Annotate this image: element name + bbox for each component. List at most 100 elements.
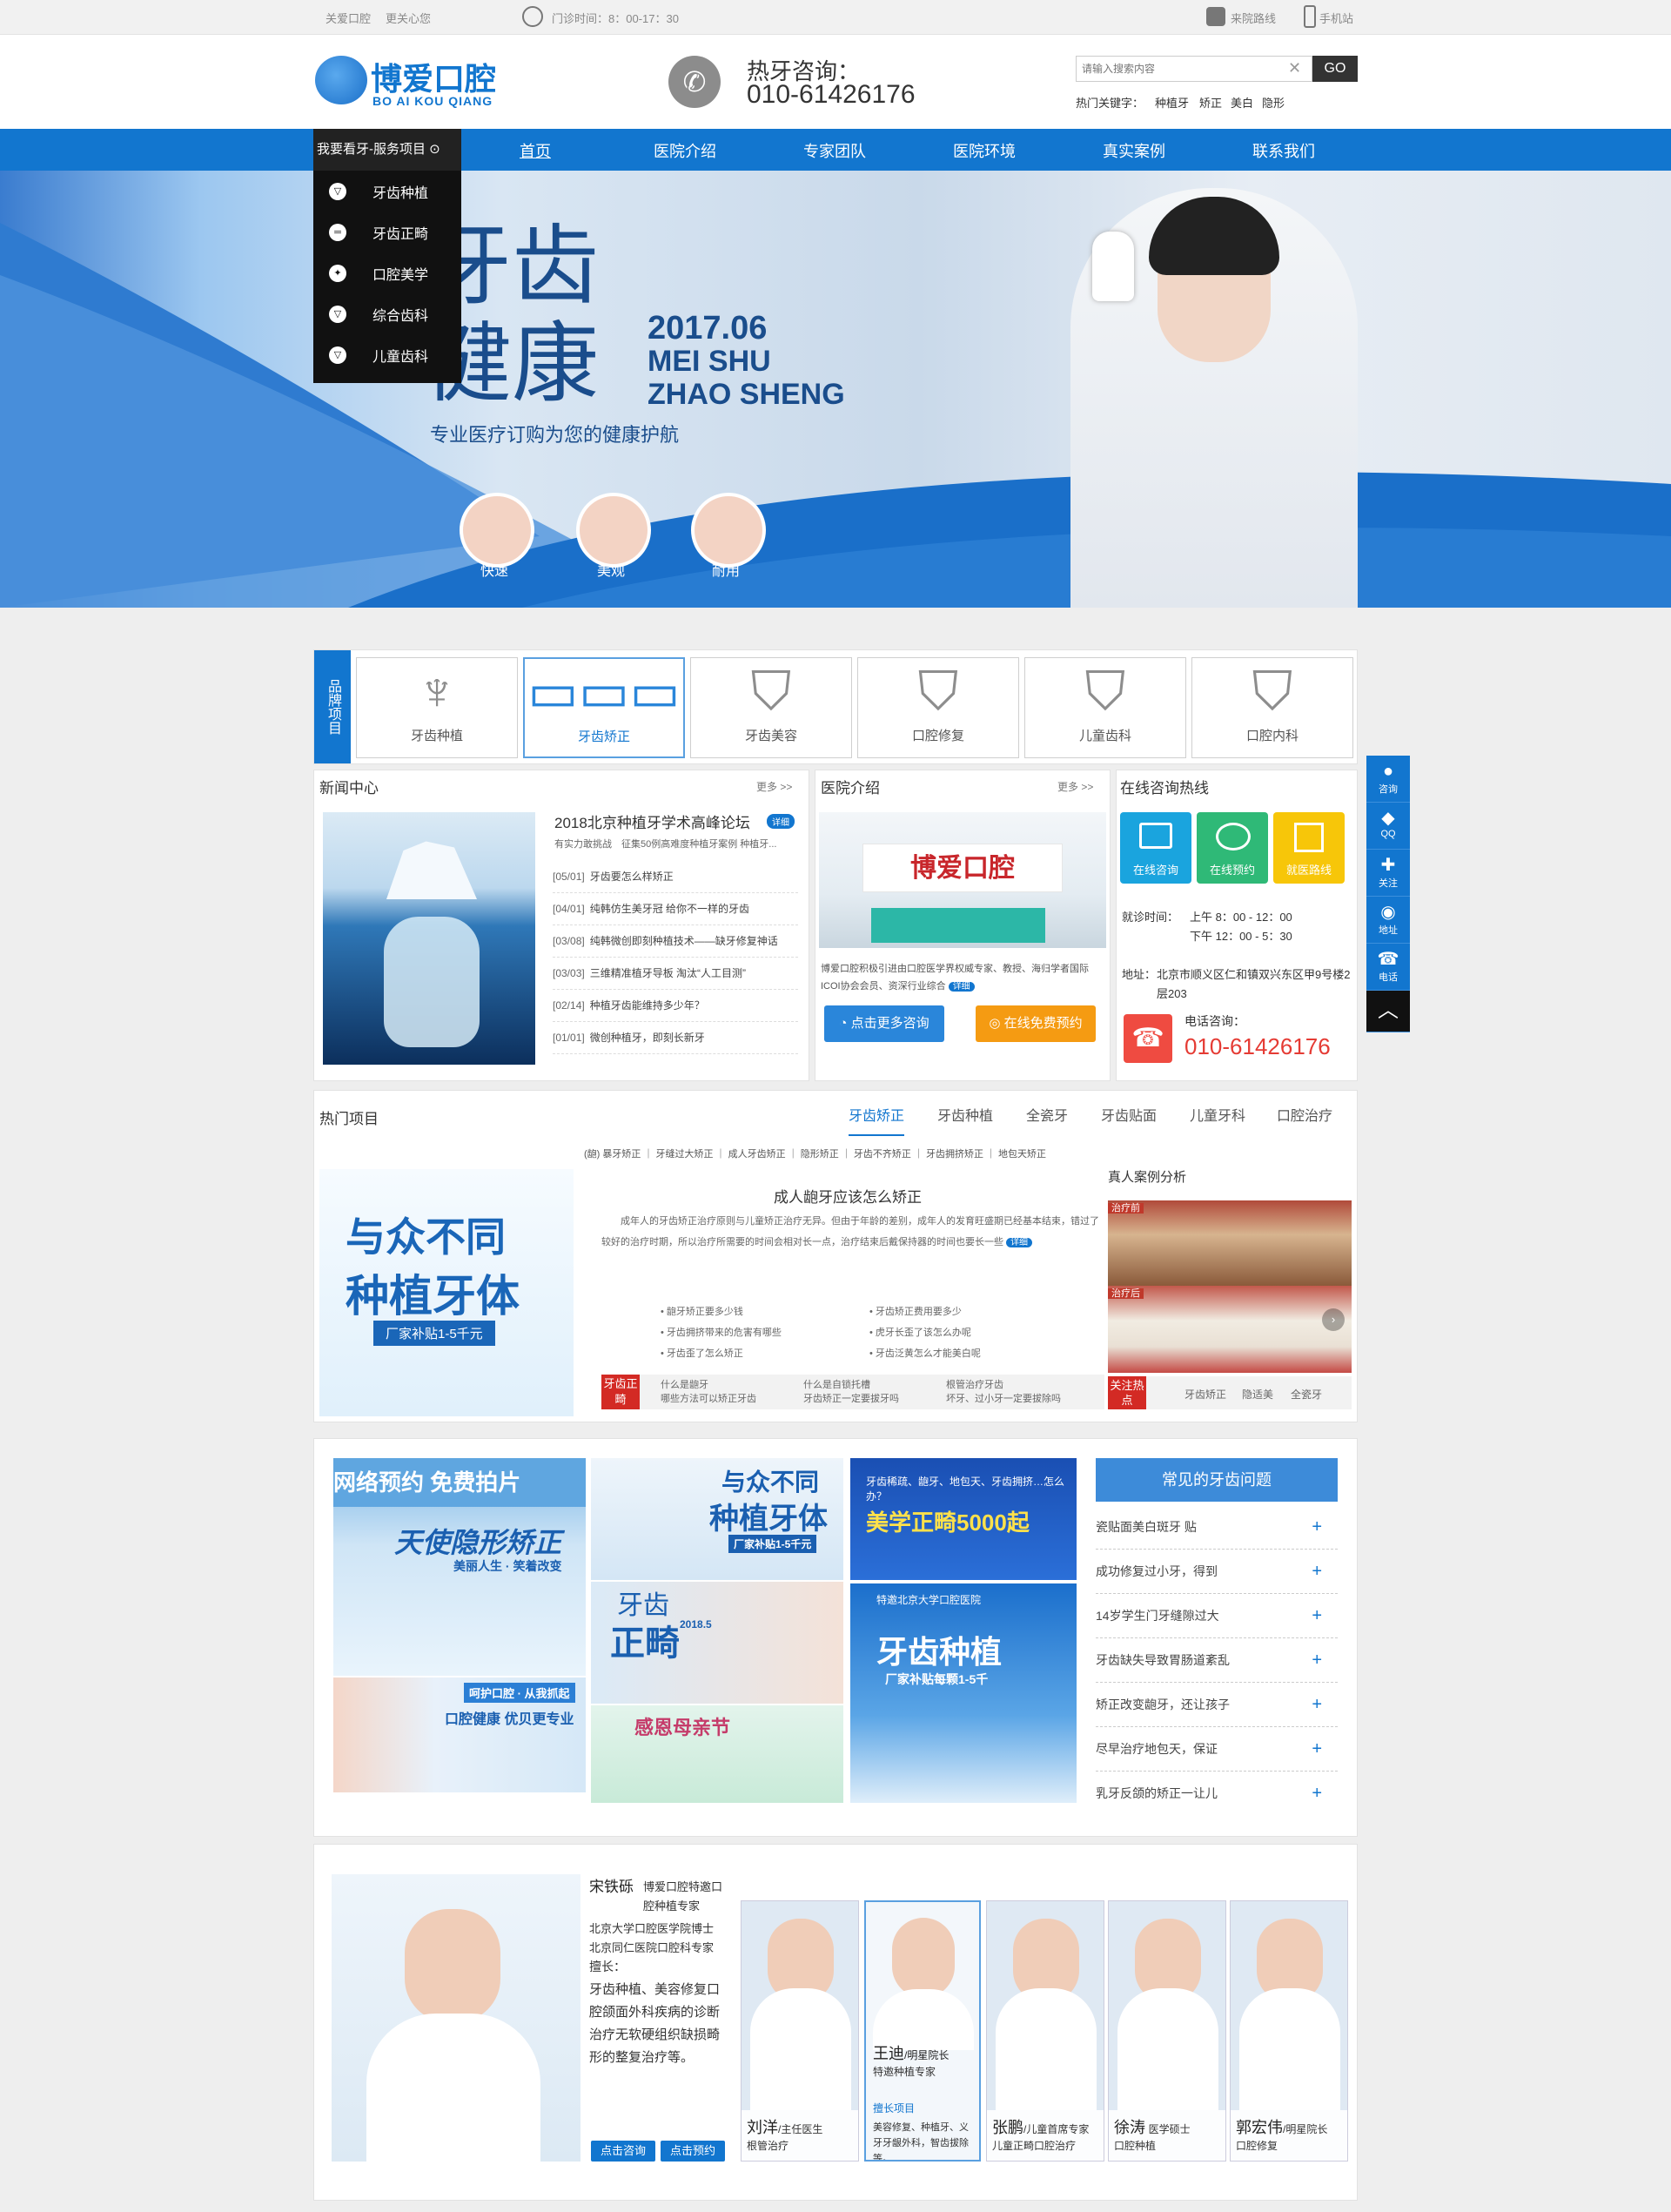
tab-veneer[interactable]: 牙齿贴面 (1101, 1098, 1157, 1136)
news-item[interactable]: [05/01] 牙齿要怎么样矫正 (553, 861, 798, 893)
brand-children[interactable]: ⛉ 儿童齿科 (1024, 657, 1186, 758)
bullet-link[interactable]: • 牙齿矫正费用要多少 (869, 1301, 981, 1322)
service-general[interactable]: ▽ 综合齿科 (313, 293, 461, 334)
route-link[interactable]: 来院路线 (1231, 10, 1276, 26)
logo-text[interactable]: 博爱口腔 (371, 54, 496, 99)
logo-icon[interactable] (315, 56, 367, 104)
bullet-link[interactable]: • 牙齿歪了怎么矫正 (661, 1343, 782, 1364)
brand-orthodontics[interactable]: ▭▭▭ 牙齿矫正 (523, 657, 685, 758)
detail-badge[interactable]: 详细 (1006, 1238, 1033, 1247)
hot-keyword[interactable]: 种植牙 (1155, 94, 1189, 111)
route-button[interactable]: 就医路线 (1273, 812, 1345, 884)
hot-keyword[interactable]: 美白 (1231, 94, 1253, 111)
hospital-lobby-image[interactable]: 博爱口腔 (819, 812, 1106, 948)
tab-implant[interactable]: 牙齿种植 (937, 1098, 993, 1136)
service-children[interactable]: ▽ 儿童齿科 (313, 334, 461, 375)
nav-cases[interactable]: 真实案例 (1069, 139, 1199, 160)
expert-card-active[interactable]: 王迪/明星院长 特邀种植专家 擅长项目 美容修复、种植牙、义牙牙龈外科，智齿拔除… (864, 1900, 981, 2162)
nav-home[interactable]: 首页 (470, 139, 601, 160)
faq-item[interactable]: 牙齿缺失导致胃肠道紊乱 + (1096, 1638, 1338, 1683)
expert-card[interactable]: 郭宏伟/明星院长 口腔修复 (1230, 1900, 1348, 2162)
tab-orthodontics[interactable]: 牙齿矫正 (849, 1098, 905, 1136)
faq-item[interactable]: 成功修复过小牙，得到 + (1096, 1550, 1338, 1594)
expert-card[interactable]: 张鹏/儿童首席专家 儿童正畸口腔治疗 (986, 1900, 1104, 2162)
nav-environment[interactable]: 医院环境 (919, 139, 1050, 160)
bullet-link[interactable]: • 虎牙长歪了该怎么办呢 (869, 1322, 981, 1343)
promo-ortho[interactable]: 牙齿 正畸 2018.5 (591, 1582, 843, 1704)
chevron-right-icon[interactable]: › (1322, 1308, 1345, 1331)
promo-aesthetic-ortho[interactable]: 牙齿稀疏、龅牙、地包天、牙齿拥挤…怎么办？ 美学正畸5000起 (850, 1458, 1077, 1580)
qa-col[interactable]: 什么是龅牙 哪些方法可以矫正牙齿 (661, 1378, 756, 1406)
side-qq[interactable]: ◆ QQ (1366, 803, 1410, 850)
promo-invisalign[interactable]: 网络预约 免费拍片 天使隐形矫正 美丽人生 · 笑着改变 (333, 1458, 586, 1676)
promo-mothers-day[interactable]: 感恩母亲节 (591, 1705, 843, 1803)
hot-keyword[interactable]: 隐形 (1262, 94, 1285, 111)
bullet-link[interactable]: • 牙齿泛黄怎么才能美白呢 (869, 1343, 981, 1364)
side-phone[interactable]: ☎ 电话 (1366, 944, 1410, 991)
nav-experts[interactable]: 专家团队 (769, 139, 900, 160)
online-consult-button[interactable]: 在线咨询 (1120, 812, 1191, 884)
qa-col[interactable]: 根管治疗牙齿 坏牙、过小牙一定要拔除吗 (946, 1378, 1061, 1406)
intro-more-link[interactable]: 更多 >> (1057, 779, 1093, 794)
free-booking-button[interactable]: ◎ 在线免费预约 (976, 1005, 1096, 1042)
case-after-image[interactable]: 治疗后 › (1108, 1286, 1352, 1373)
brand-implant[interactable]: ♆ 牙齿种植 (356, 657, 518, 758)
brand-restoration[interactable]: ⛉ 口腔修复 (857, 657, 1019, 758)
side-consult[interactable]: ● 咨询 (1366, 756, 1410, 803)
article-title[interactable]: 成人龅牙应该怎么矫正 (774, 1185, 922, 1207)
qa-col[interactable]: 什么是自锁托槽 牙齿矫正一定要拔牙吗 (803, 1378, 899, 1406)
promo-children[interactable]: 呵护口腔 · 从我抓起 口腔健康 优贝更专业 (333, 1677, 586, 1792)
news-item[interactable]: [02/14] 种植牙齿能维持多少年？ (553, 990, 798, 1022)
search-input[interactable] (1076, 56, 1312, 82)
brand-internal[interactable]: ⛉ 口腔内科 (1191, 657, 1353, 758)
hot-word-link[interactable]: 牙齿矫正 (1184, 1387, 1226, 1402)
promo-implant[interactable]: 与众不同 种植牙体 厂家补贴1-5千元 (591, 1458, 843, 1580)
search-button[interactable]: GO (1312, 56, 1358, 82)
news-headline[interactable]: 2018北京种植牙学术高峰论坛 (554, 810, 750, 832)
service-orthodontics[interactable]: ═ 牙齿正畸 (313, 212, 461, 252)
news-item[interactable]: [01/01] 微创种植牙，即刻长新牙 (553, 1022, 798, 1054)
sub-links[interactable]: (龅) 暴牙矫正 ｜ 牙缝过大矫正 ｜ 成人牙齿矫正 ｜ 隐形矫正 ｜ 牙齿不齐… (584, 1146, 1046, 1160)
clear-icon[interactable]: ✕ (1288, 59, 1301, 77)
promo-peking-implant[interactable]: 特邀北京大学口腔医院 牙齿种植 厂家补贴每颗1-5千 (850, 1583, 1077, 1803)
news-item[interactable]: [04/01] 纯韩仿生美牙冠 给你不一样的牙齿 (553, 893, 798, 925)
side-follow[interactable]: ✚ 关注 (1366, 850, 1410, 897)
faq-item[interactable]: 瓷贴面美白斑牙 贴 + (1096, 1505, 1338, 1550)
news-image[interactable] (323, 812, 535, 1065)
hot-keyword[interactable]: 矫正 (1199, 94, 1222, 111)
expert-consult-button[interactable]: 点击咨询 (591, 2141, 655, 2162)
brand-cosmetic[interactable]: ⛉ 牙齿美容 (690, 657, 852, 758)
services-dropdown-toggle[interactable]: 我要看牙-服务项目 ⊙ (313, 129, 461, 171)
case-before-image[interactable]: 治疗前 (1108, 1200, 1352, 1286)
expert-booking-button[interactable]: 点击预约 (661, 2141, 725, 2162)
main-expert-photo[interactable] (332, 1874, 580, 2162)
news-item[interactable]: [03/08] 纯韩微创即刻种植技术——缺牙修复神话 (553, 925, 798, 958)
service-aesthetics[interactable]: ✦ 口腔美学 (313, 252, 461, 293)
hot-word-link[interactable]: 隐适美 (1242, 1387, 1273, 1402)
tab-children[interactable]: 儿童牙科 (1190, 1098, 1245, 1136)
hot-word-link[interactable]: 全瓷牙 (1291, 1387, 1322, 1402)
expert-card[interactable]: 徐涛 医学硕士 口腔种植 (1108, 1900, 1226, 2162)
faq-item[interactable]: 14岁学生门牙缝隙过大 + (1096, 1594, 1338, 1638)
detail-badge[interactable]: 详细 (948, 982, 975, 992)
mobile-site-link[interactable]: 手机站 (1319, 10, 1353, 26)
faq-item[interactable]: 矫正改变龅牙，还让孩子 + (1096, 1683, 1338, 1727)
tab-porcelain[interactable]: 全瓷牙 (1026, 1098, 1068, 1136)
online-booking-button[interactable]: 在线预约 (1197, 812, 1268, 884)
nav-hospital-intro[interactable]: 医院介绍 (620, 139, 750, 160)
detail-badge[interactable]: 详细 (767, 814, 795, 829)
news-item[interactable]: [03/03] 三维精准植牙导板 淘汰“人工目测” (553, 958, 798, 990)
hero-banner[interactable]: 牙齿 健康 2017.06 MEI SHU ZHAO SHENG 专业医疗订购为… (0, 171, 1671, 608)
more-consult-button[interactable]: ◔ 点击更多咨询 (824, 1005, 944, 1042)
faq-item[interactable]: 乳牙反颌的矫正一让儿 + (1096, 1772, 1338, 1816)
expert-card[interactable]: 刘洋/主任医生 根管治疗 (741, 1900, 859, 2162)
news-more-link[interactable]: 更多 >> (756, 779, 792, 794)
bullet-link[interactable]: • 龅牙矫正要多少钱 (661, 1301, 782, 1322)
faq-item[interactable]: 尽早治疗地包天，保证 + (1096, 1727, 1338, 1772)
nav-contact[interactable]: 联系我们 (1218, 139, 1349, 160)
bullet-link[interactable]: • 牙齿拥挤带来的危害有哪些 (661, 1322, 782, 1343)
implant-promo-image[interactable]: 与众不同 种植牙体 厂家补贴1-5千元 (319, 1169, 574, 1416)
service-implant[interactable]: ▽ 牙齿种植 (313, 171, 461, 212)
tab-treatment[interactable]: 口腔治疗 (1277, 1098, 1332, 1136)
side-address[interactable]: ◉ 地址 (1366, 897, 1410, 944)
